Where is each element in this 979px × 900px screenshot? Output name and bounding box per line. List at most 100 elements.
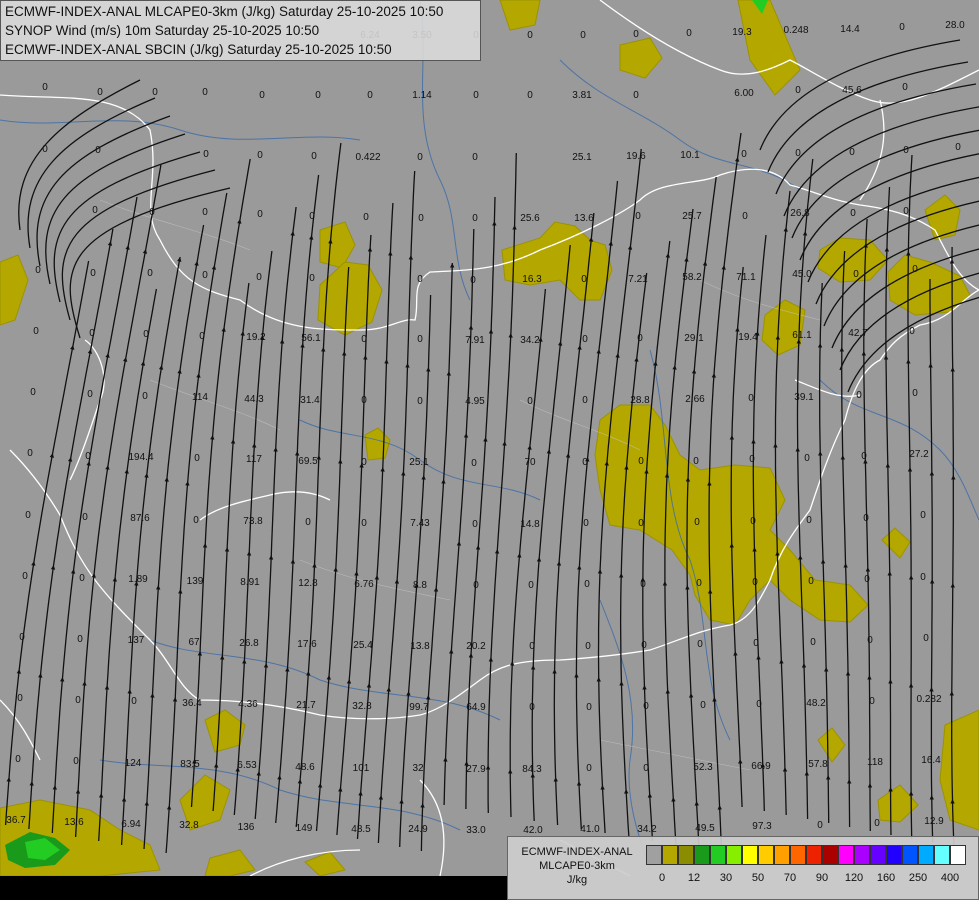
cin-value-label: 19.4	[738, 332, 758, 343]
cin-value-label: 0	[87, 389, 93, 400]
cin-value-label: 0	[361, 334, 367, 345]
cin-value-label: 45.6	[842, 85, 862, 96]
cin-value-label: 64.9	[466, 702, 486, 713]
cin-value-label: 0	[810, 637, 816, 648]
cin-value-label: 25.4	[353, 640, 373, 651]
cin-value-label: 0	[638, 456, 644, 467]
cin-value-label: 0	[19, 632, 25, 643]
cin-value-label: 0	[804, 453, 810, 464]
cin-value-label: 0	[471, 458, 477, 469]
legend-swatch	[934, 845, 950, 865]
cin-value-label: 84.3	[522, 764, 542, 775]
cin-value-label: 0	[899, 22, 905, 33]
legend-tick: 12	[687, 872, 701, 884]
cin-value-label: 0	[912, 388, 918, 399]
legend-swatch	[918, 845, 934, 865]
legend-tick: 160	[876, 872, 896, 884]
cin-value-label: 4.36	[238, 699, 258, 710]
legend-tick: 30	[719, 872, 733, 884]
cin-value-label: 136	[238, 822, 255, 833]
cin-value-label: 17.6	[297, 639, 317, 650]
cin-value-label: 0	[909, 326, 915, 337]
cin-value-label: 73.8	[243, 516, 263, 527]
cin-value-label: 7.91	[465, 335, 485, 346]
cin-value-label: 19.2	[246, 332, 266, 343]
cin-value-label: 0	[749, 454, 755, 465]
cin-value-label: 137	[128, 635, 145, 646]
legend-title-line1: ECMWF-INDEX-ANAL	[521, 846, 633, 858]
cin-value-label: 0	[582, 334, 588, 345]
cin-value-label: 4.95	[465, 396, 485, 407]
cin-value-label: 0	[361, 518, 367, 529]
legend-swatch	[758, 845, 774, 865]
cin-value-label: 99.7	[409, 702, 429, 713]
cin-value-label: 0	[193, 515, 199, 526]
cin-value-label: 69.5	[298, 456, 318, 467]
cin-value-label: 0	[750, 516, 756, 527]
cin-value-label: 7.21	[628, 274, 648, 285]
cin-value-label: 0	[586, 763, 592, 774]
legend-swatch	[646, 845, 662, 865]
cin-value-label: 0	[75, 695, 81, 706]
cin-value-label: 0	[361, 457, 367, 468]
cin-value-label: 61.1	[792, 330, 812, 341]
cin-value-label: 0	[529, 702, 535, 713]
cin-value-label: 0	[27, 448, 33, 459]
cin-value-label: 0	[42, 82, 48, 93]
weather-map[interactable]: 0 0 0 0 0 0 0 1.14 0 0 3.81 0 6.00 0 45.6 0 0 0 0 0 0 0.422 0 0…	[0, 0, 979, 900]
cin-value-label: 0.422	[355, 152, 380, 163]
cin-value-label: 56.1	[301, 333, 321, 344]
cin-value-label: 0	[912, 264, 918, 275]
cin-value-label: 2.66	[685, 394, 705, 405]
cin-value-label: 25.7	[682, 211, 702, 222]
cin-value-label: 27.9	[466, 764, 486, 775]
cin-value-label: 66.9	[751, 761, 771, 772]
legend-swatch	[742, 845, 758, 865]
cin-value-label: 0	[257, 209, 263, 220]
cin-value-label: 41.0	[580, 824, 600, 835]
cin-value-label: 0	[311, 151, 317, 162]
legend-tick: 250	[908, 872, 928, 884]
cin-value-label: 67	[188, 637, 200, 648]
cin-value-label: 0	[633, 29, 639, 40]
cin-value-label: 0	[472, 519, 478, 530]
cin-value-label: 0	[864, 574, 870, 585]
cin-value-label: 0	[582, 395, 588, 406]
cin-value-label: 48.2	[806, 698, 826, 709]
cin-value-label: 0	[795, 85, 801, 96]
cin-value-label: 0	[923, 633, 929, 644]
cin-value-label: 13.6	[574, 213, 594, 224]
cin-value-label: 0	[473, 90, 479, 101]
cin-value-label: 0	[527, 396, 533, 407]
legend-tick: 400	[940, 872, 960, 884]
cin-value-label: 0	[584, 579, 590, 590]
cin-value-label: 0	[470, 275, 476, 286]
cin-value-label: 118	[867, 757, 883, 768]
legend-swatch	[774, 845, 790, 865]
map-header: ECMWF-INDEX-ANAL MLCAPE0-3km (J/kg) Satu…	[0, 0, 481, 61]
cin-value-label: 0	[850, 208, 856, 219]
legend-swatch	[678, 845, 694, 865]
cin-value-label: 0	[202, 207, 208, 218]
cin-value-label: 0	[256, 272, 262, 283]
legend-swatch	[854, 845, 870, 865]
cin-value-label: 0	[795, 148, 801, 159]
cin-value-label: 12.8	[298, 578, 318, 589]
cin-value-label: 27.2	[909, 449, 929, 460]
cin-value-label: 0	[73, 756, 79, 767]
color-legend: ECMWF-INDEX-ANAL MLCAPE0-3km J/kg 0 12 30 5…	[507, 836, 979, 900]
cin-value-label: 0	[955, 142, 961, 153]
cin-value-label: 0	[199, 331, 205, 342]
cin-value-label: 0	[863, 513, 869, 524]
cin-value-label: 0	[527, 30, 533, 41]
cin-value-label: 0	[528, 580, 534, 591]
cin-value-label: 0	[97, 87, 103, 98]
cin-value-label: 14.8	[520, 519, 540, 530]
cin-value-label: 101	[353, 763, 370, 774]
cin-value-label: 0	[849, 147, 855, 158]
cin-value-label: 0	[22, 571, 28, 582]
cin-value-label: 0	[741, 149, 747, 160]
cin-value-label: 20.2	[466, 641, 486, 652]
cin-value-label: 25.1	[572, 152, 592, 163]
cin-value-label: 13.8	[410, 641, 430, 652]
